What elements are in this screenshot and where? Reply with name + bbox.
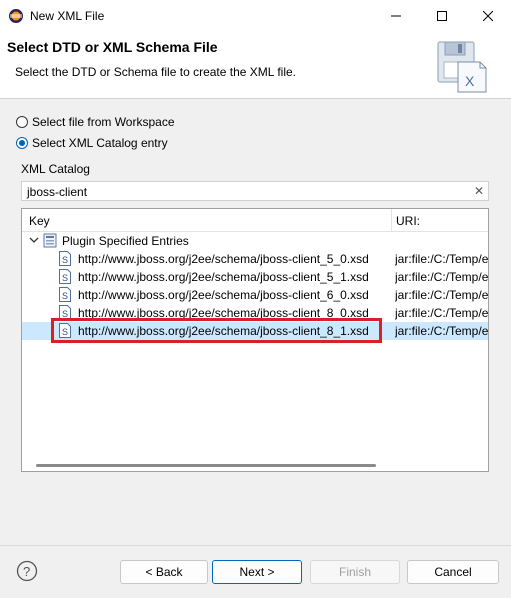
close-button[interactable] bbox=[465, 0, 511, 32]
close-icon bbox=[483, 11, 493, 21]
entry-uri: jar:file:/C:/Temp/e bbox=[395, 306, 488, 320]
next-button[interactable]: Next > bbox=[212, 560, 302, 584]
wizard-header: Select DTD or XML Schema File Select the… bbox=[0, 32, 511, 99]
xml-catalog-label: XML Catalog bbox=[21, 162, 90, 176]
chevron-down-icon[interactable] bbox=[29, 234, 39, 246]
page-title: Select DTD or XML Schema File bbox=[7, 39, 218, 55]
svg-text:S: S bbox=[62, 273, 68, 283]
page-description: Select the DTD or Schema file to create … bbox=[15, 65, 297, 79]
tree-column-header: Key URI: bbox=[22, 209, 488, 232]
radio-button[interactable] bbox=[16, 116, 28, 128]
footer-divider bbox=[0, 545, 511, 546]
column-divider[interactable] bbox=[391, 209, 392, 231]
tree-group-label: Plugin Specified Entries bbox=[62, 234, 189, 248]
svg-text:?: ? bbox=[23, 564, 30, 579]
entry-key: http://www.jboss.org/j2ee/schema/jboss-c… bbox=[78, 252, 369, 266]
tree-entry-row[interactable]: S http://www.jboss.org/j2ee/schema/jboss… bbox=[22, 268, 488, 286]
help-icon[interactable]: ? bbox=[16, 560, 38, 582]
xsd-file-icon: S bbox=[59, 269, 71, 284]
entry-key: http://www.jboss.org/j2ee/schema/jboss-c… bbox=[78, 288, 369, 302]
xsd-file-icon: S bbox=[59, 251, 71, 266]
horizontal-scrollbar[interactable] bbox=[36, 464, 376, 467]
maximize-icon bbox=[437, 11, 447, 21]
radio-button-selected[interactable] bbox=[16, 137, 28, 149]
catalog-filter-value: jboss-client bbox=[27, 185, 88, 199]
finish-button[interactable]: Finish bbox=[310, 560, 400, 584]
svg-text:X: X bbox=[465, 73, 475, 89]
entry-uri: jar:file:/C:/Temp/e bbox=[395, 324, 488, 338]
svg-text:S: S bbox=[62, 291, 68, 301]
entry-uri: jar:file:/C:/Temp/e bbox=[395, 270, 488, 284]
radio-xml-catalog[interactable]: Select XML Catalog entry bbox=[16, 135, 168, 151]
clear-icon[interactable]: ✕ bbox=[474, 184, 484, 198]
title-bar: New XML File bbox=[0, 0, 511, 32]
entry-key: http://www.jboss.org/j2ee/schema/jboss-c… bbox=[78, 270, 369, 284]
catalog-plugin-icon bbox=[43, 233, 57, 248]
svg-text:S: S bbox=[62, 255, 68, 265]
tree-group-row[interactable]: Plugin Specified Entries bbox=[22, 232, 488, 250]
window-title: New XML File bbox=[30, 9, 105, 23]
column-key[interactable]: Key bbox=[29, 214, 50, 228]
radio-workspace[interactable]: Select file from Workspace bbox=[16, 114, 175, 130]
maximize-button[interactable] bbox=[419, 0, 465, 32]
tree-entry-row[interactable]: S http://www.jboss.org/j2ee/schema/jboss… bbox=[22, 286, 488, 304]
selection-highlight-box bbox=[51, 318, 382, 343]
radio-catalog-label: Select XML Catalog entry bbox=[32, 136, 168, 150]
floppy-xml-icon: X bbox=[437, 41, 487, 93]
entry-uri: jar:file:/C:/Temp/e bbox=[395, 288, 488, 302]
column-uri[interactable]: URI: bbox=[396, 214, 420, 228]
minimize-button[interactable] bbox=[373, 0, 419, 32]
radio-workspace-label: Select file from Workspace bbox=[32, 115, 175, 129]
eclipse-icon bbox=[9, 9, 23, 23]
tree-entry-row[interactable]: S http://www.jboss.org/j2ee/schema/jboss… bbox=[22, 250, 488, 268]
minimize-icon bbox=[391, 15, 401, 17]
back-button[interactable]: < Back bbox=[120, 560, 208, 584]
catalog-filter-input[interactable]: jboss-client ✕ bbox=[21, 181, 489, 201]
cancel-button[interactable]: Cancel bbox=[407, 560, 499, 584]
entry-uri: jar:file:/C:/Temp/e bbox=[395, 252, 488, 266]
xsd-file-icon: S bbox=[59, 287, 71, 302]
